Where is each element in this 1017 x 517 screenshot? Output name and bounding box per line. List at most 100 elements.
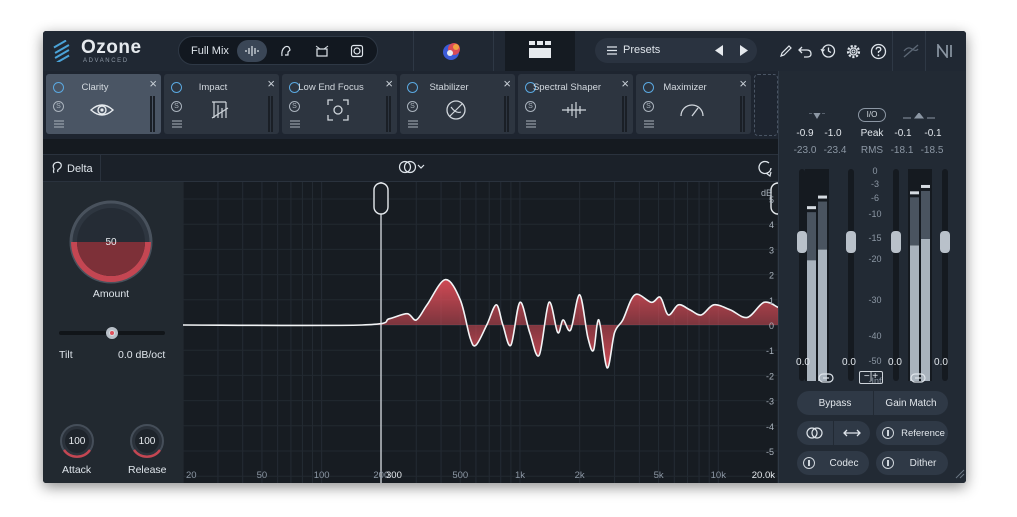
grid-icon: [529, 41, 551, 58]
stereo-width-button[interactable]: [834, 421, 870, 445]
reference-button[interactable]: Reference: [876, 421, 948, 445]
delta-button[interactable]: Delta: [43, 155, 101, 181]
crossover-handle[interactable]: [373, 182, 389, 215]
spectrum-graph[interactable]: dB 5 4 3 2 1 0 -1 -2 -3 -4 -5 20 50 100 200 300 500 1k 2k…: [183, 182, 778, 483]
refresh-icon[interactable]: [757, 159, 773, 177]
module-low-end-focus[interactable]: Low End Focus × S: [282, 74, 397, 134]
db-tick-label: 3: [769, 245, 774, 255]
module-clarity[interactable]: Clarity × S: [46, 74, 161, 134]
meter-level: [921, 238, 930, 381]
close-icon[interactable]: ×: [385, 76, 393, 91]
input-collapse-icon[interactable]: [809, 113, 825, 119]
solo-icon[interactable]: S: [525, 101, 536, 112]
module-divider: [43, 139, 778, 154]
toolbar-divider: [493, 31, 494, 71]
level-meters: 0-3-6-10-15-20-30-40-50-Inf: [797, 166, 950, 383]
meter-scale-label: -6: [871, 193, 879, 203]
input-trim-left-fader[interactable]: [797, 231, 807, 253]
resize-grip-icon[interactable]: [955, 469, 965, 479]
out-peak-l: -0.1: [894, 128, 912, 139]
gain-match-button[interactable]: Gain Match: [874, 391, 948, 415]
link-icon[interactable]: [901, 41, 921, 61]
solo-icon[interactable]: S: [53, 101, 64, 112]
ni-logo-icon[interactable]: [936, 41, 958, 61]
waveform-icon[interactable]: [237, 40, 267, 62]
tilt-handle-dot: [110, 331, 114, 335]
db-tick-label: 4: [769, 220, 774, 230]
close-icon[interactable]: ×: [267, 76, 275, 91]
bypass-button[interactable]: Bypass: [797, 391, 873, 415]
assistant-icon[interactable]: [440, 39, 464, 63]
tilt-label: Tilt: [59, 349, 73, 361]
db-tick-label: -2: [766, 371, 774, 381]
output-link-icon[interactable]: [910, 373, 926, 383]
next-preset-icon[interactable]: [739, 45, 748, 56]
close-icon[interactable]: ×: [149, 76, 157, 91]
list-icon[interactable]: [290, 120, 300, 128]
add-module-slot[interactable]: [754, 74, 778, 136]
db-tick-label: 5: [769, 195, 774, 205]
solo-icon[interactable]: S: [407, 101, 418, 112]
in-peak-r: -1.0: [824, 128, 842, 139]
preset-selector[interactable]: Presets: [595, 38, 757, 63]
delta-bar: Delta: [43, 154, 778, 182]
in-peak-l: -0.9: [796, 128, 814, 139]
full-mix-label[interactable]: Full Mix: [191, 45, 229, 57]
module-view-button[interactable]: [505, 31, 575, 71]
stereo-button[interactable]: [797, 421, 833, 445]
dither-button[interactable]: Dither: [876, 451, 948, 475]
impact-icon: [211, 101, 229, 119]
module-stabilizer[interactable]: Stabilizer × S: [400, 74, 515, 134]
stereo-mode-button[interactable]: [398, 160, 432, 176]
list-icon[interactable]: [172, 120, 182, 128]
close-icon[interactable]: ×: [503, 76, 511, 91]
help-icon[interactable]: [868, 41, 888, 61]
io-toggle[interactable]: I/O: [858, 108, 886, 122]
module-name: Stabilizer: [429, 82, 469, 93]
meter-peak-hold: [910, 191, 919, 195]
output-trim-right-fader[interactable]: [940, 231, 950, 253]
solo-icon[interactable]: S: [643, 101, 654, 112]
list-icon[interactable]: [526, 120, 536, 128]
gear-icon[interactable]: [843, 41, 863, 61]
codec-button[interactable]: Codec: [797, 451, 869, 475]
bass-icon[interactable]: [342, 40, 372, 62]
list-icon[interactable]: [54, 120, 64, 128]
solo-icon[interactable]: S: [171, 101, 182, 112]
reference-label: Reference: [901, 427, 945, 439]
ozone-logo-icon: [53, 40, 70, 62]
meter-peak-hold: [807, 206, 816, 210]
spectrum-svg: dB 543210-1-2-3-4-5 20 50 100 200300 500 1k 2k…: [183, 182, 778, 483]
solo-icon[interactable]: S: [289, 101, 300, 112]
close-icon[interactable]: ×: [739, 76, 747, 91]
ozone-logo[interactable]: Ozone ADVANCED: [51, 37, 141, 65]
output-trim-left-fader[interactable]: [891, 231, 901, 253]
meter-scale-label: -50: [868, 356, 881, 366]
pencil-icon[interactable]: [776, 41, 796, 61]
close-icon[interactable]: ×: [621, 76, 629, 91]
output-collapse-icon[interactable]: [903, 113, 935, 119]
undo-icon[interactable]: [795, 41, 815, 61]
module-meter: [622, 96, 628, 132]
frequency-axis: 20 50 100 200300 500 1k 2k 5k 10k 20.0k: [186, 470, 775, 481]
in-rms-l: -23.0: [793, 145, 817, 156]
list-icon[interactable]: [644, 120, 654, 128]
list-icon[interactable]: [408, 120, 418, 128]
power-icon: [882, 457, 894, 469]
input-link-icon[interactable]: [818, 373, 834, 383]
input-trim-right-fader[interactable]: [846, 231, 856, 253]
add-remove-icon[interactable]: −|+: [859, 371, 883, 384]
prev-preset-icon[interactable]: [715, 45, 724, 56]
in-rms-r: -23.4: [823, 145, 847, 156]
vocal-icon[interactable]: [271, 40, 301, 62]
drums-icon[interactable]: [307, 40, 337, 62]
module-maximizer[interactable]: Maximizer × S: [636, 74, 751, 134]
top-toolbar: Ozone ADVANCED Full Mix Presets: [43, 31, 966, 71]
history-icon[interactable]: [818, 41, 838, 61]
db-tick-label: 1: [769, 296, 774, 306]
module-spectral-shaper[interactable]: Spectral Shaper × S: [518, 74, 633, 134]
power-icon: [803, 457, 815, 469]
release-label: Release: [128, 464, 167, 476]
toolbar-divider: [892, 31, 893, 71]
module-impact[interactable]: Impact × S: [164, 74, 279, 134]
